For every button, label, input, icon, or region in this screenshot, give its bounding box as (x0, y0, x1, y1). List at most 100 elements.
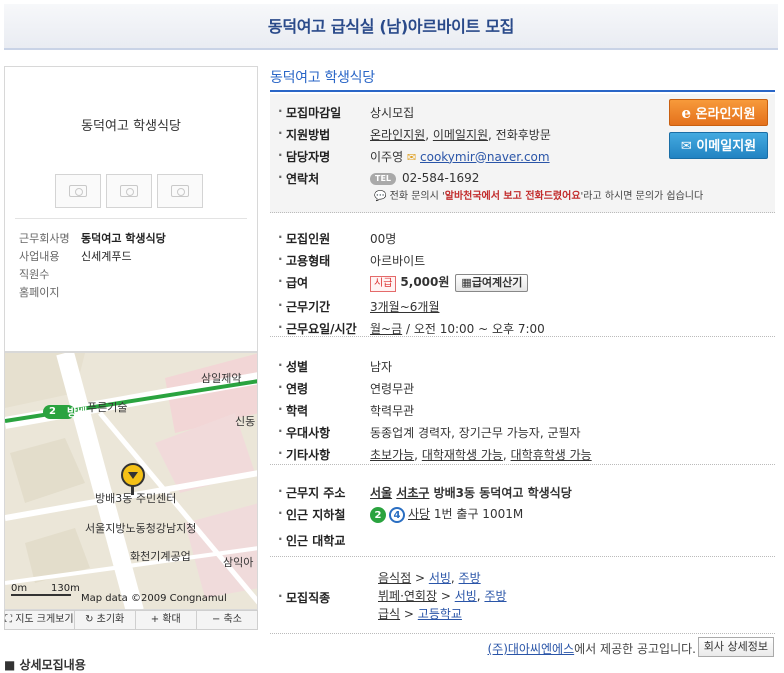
map-label-center: 방배3동 주민센터 (95, 492, 177, 505)
address-city-link[interactable]: 서울 (370, 486, 392, 500)
period-value[interactable]: 3개월~6개월 (370, 298, 440, 315)
contact-phone: 02-584-1692 (402, 171, 480, 185)
work-days-link[interactable]: 월~금 (370, 322, 402, 336)
period-row: 근무기간3개월~6개월 (278, 296, 440, 316)
map-label-purun: 푸른기술 (87, 401, 128, 414)
row-label: 학력 (278, 402, 370, 419)
conditions-section: 모집인원00명 고용형태아르바이트 급여시급5,000원 ▦급여계산기 근무기간3… (270, 216, 775, 337)
map-enlarge-button[interactable]: ⛶ 지도 크게보기 (5, 611, 75, 629)
online-apply-icon: e (681, 104, 692, 122)
note-text: 전화 문의시 ' (389, 191, 445, 202)
row-label: 모집직종 (278, 589, 370, 606)
subway-row: 인근 지하철24사당 1번 출구 1001M (278, 504, 523, 524)
etc-item-link[interactable]: 대학휴학생 가능 (511, 448, 592, 462)
method-row: 지원방법온라인지원, 이메일지원, 전화후방문 (278, 124, 551, 144)
online-apply-link[interactable]: 온라인지원 (370, 128, 425, 142)
headcount-value: 00명 (370, 231, 397, 246)
map-zoom-out-button[interactable]: − 축소 (197, 611, 257, 629)
email-apply-button[interactable]: ✉ 이메일지원 (669, 132, 768, 159)
email-apply-label: 이메일지원 (696, 139, 757, 154)
map-scale-bar (11, 594, 71, 596)
etc-item-link[interactable]: 초보가능 (370, 448, 414, 462)
photo-placeholder-2[interactable] (106, 174, 152, 208)
envelope-icon: ✉ (406, 150, 417, 164)
job-category-link[interactable]: 뷔페·연회장 (378, 589, 437, 603)
location-marker-icon[interactable] (120, 459, 146, 495)
address-rest: 방배3동 동덕여고 학생식당 (433, 485, 572, 500)
company-name: 동덕여고 학생식당 (81, 119, 181, 134)
row-label: 모집마감일 (278, 104, 370, 121)
manager-name: 이주영 (370, 149, 404, 164)
etc-item-link[interactable]: 대학재학생 가능 (422, 448, 503, 462)
manager-email-link[interactable]: cookymir@naver.com (420, 150, 550, 164)
photo-placeholder-3[interactable] (157, 174, 203, 208)
company-detail-button[interactable]: 회사 상세정보 (697, 637, 774, 657)
info-value: 동덕여고 학생식당 (81, 232, 166, 245)
requirements-section: 성별남자 연령연령무관 학력학력무관 우대사항동종업계 경력자, 장기근무 가능… (270, 346, 775, 465)
company-title-link[interactable]: 동덕여고 학생식당 (270, 66, 775, 92)
row-label: 성별 (278, 358, 370, 375)
map-label-sindong: 신동 (235, 415, 256, 428)
provider-link[interactable]: (주)대아씨엔에스 (487, 642, 574, 656)
divider (15, 218, 247, 219)
wage-type-badge: 시급 (370, 275, 397, 292)
subway-exit: 1번 출구 1001M (433, 506, 524, 521)
info-label: 홈페이지 (19, 286, 60, 299)
subway-line-2-icon: 2 (370, 507, 386, 524)
location-section: 근무지 주소서울 서초구 방배3동 동덕여고 학생식당 인근 지하철24사당 1… (270, 474, 775, 557)
tel-badge: TEL (370, 172, 397, 185)
provider-text: 에서 제공한 공고입니다. (574, 642, 696, 656)
online-apply-button[interactable]: e 온라인지원 (669, 99, 768, 126)
location-map[interactable]: 삼일제약 푸른기술 2 방배 신동 방배3동 주민센터 서울지방노동청강남지청 … (4, 352, 258, 610)
note-quote: 알바천국에서 보고 전화드렸어요 (444, 191, 581, 202)
photo-placeholder-1[interactable] (55, 174, 101, 208)
wage-calculator-label: 급여계산기 (471, 275, 523, 289)
map-label-bangbae: 방배 (67, 406, 88, 419)
row-label: 근무기간 (278, 298, 370, 315)
map-zoom-in-button[interactable]: + 확대 (136, 611, 197, 629)
row-label: 지원방법 (278, 126, 370, 143)
university-row: 인근 대학교 (278, 530, 370, 550)
job-category-link[interactable]: 서빙 (455, 589, 477, 603)
row-label: 연락처 (278, 170, 370, 187)
schedule-row: 근무요일/시간월~금 / 오전 10:00 ~ 오후 7:00 (278, 318, 545, 338)
education-row: 학력학력무관 (278, 400, 414, 420)
subway-station-link[interactable]: 사당 (408, 507, 430, 521)
age-value: 연령무관 (370, 381, 415, 396)
photo-thumbnails (55, 174, 208, 211)
job-category-link[interactable]: 주방 (484, 589, 506, 603)
preference-value: 동종업계 경력자, 장기근무 가능자, 군필자 (370, 425, 581, 440)
map-control-label: 초기화 (96, 614, 125, 625)
contact-row: 연락처TEL 02-584-1692 (278, 168, 479, 188)
row-label: 급여 (278, 274, 370, 291)
info-value: 신세계푸드 (81, 250, 132, 263)
row-label: 인근 지하철 (278, 506, 370, 523)
info-label: 직원수 (19, 268, 50, 281)
map-reset-button[interactable]: ↻ 초기화 (75, 611, 136, 629)
map-controls: ⛶ 지도 크게보기 ↻ 초기화 + 확대 − 축소 (4, 610, 258, 630)
job-category-link[interactable]: 서빙 (429, 571, 451, 585)
email-apply-link[interactable]: 이메일지원 (433, 128, 488, 142)
map-label-station-number: 2 (49, 406, 56, 417)
address-gu-link[interactable]: 서초구 (396, 486, 429, 500)
row-label: 담당자명 (278, 148, 370, 165)
online-apply-label: 온라인지원 (695, 107, 756, 122)
row-label: 인근 대학교 (278, 532, 370, 549)
job-category-link[interactable]: 고등학교 (418, 607, 462, 621)
job-category-link[interactable]: 음식점 (378, 571, 411, 585)
map-label-court: 서울지방노동청강남지청 (85, 522, 197, 535)
wage-calculator-button[interactable]: ▦급여계산기 (455, 273, 529, 292)
job-category-link[interactable]: 주방 (459, 571, 481, 585)
row-label: 기타사항 (278, 446, 370, 463)
education-value: 학력무관 (370, 403, 415, 418)
row-label: 고용형태 (278, 252, 370, 269)
job-category-section: 모집직종 음식점 > 서빙, 주방 뷔페·연회장 > 서빙, 주방 급식 > 고… (270, 561, 775, 634)
map-label-samil: 삼일제약 (201, 372, 242, 385)
gender-row: 성별남자 (278, 356, 392, 376)
company-card: 동덕여고 학생식당 근무회사명 동덕여고 학생식당 사업내용 신세계푸드 직원수 홈… (4, 66, 258, 352)
job-detail: 동덕여고 학생식당 모집마감일상시모집 지원방법온라인지원, 이메일지원, 전화… (270, 66, 775, 634)
map-label-samik: 삼익아 (223, 556, 254, 569)
job-category-link[interactable]: 급식 (378, 607, 400, 621)
map-copyright: Map data ©2009 Congnamul (81, 593, 227, 604)
subway-line-4-icon: 4 (389, 507, 405, 524)
